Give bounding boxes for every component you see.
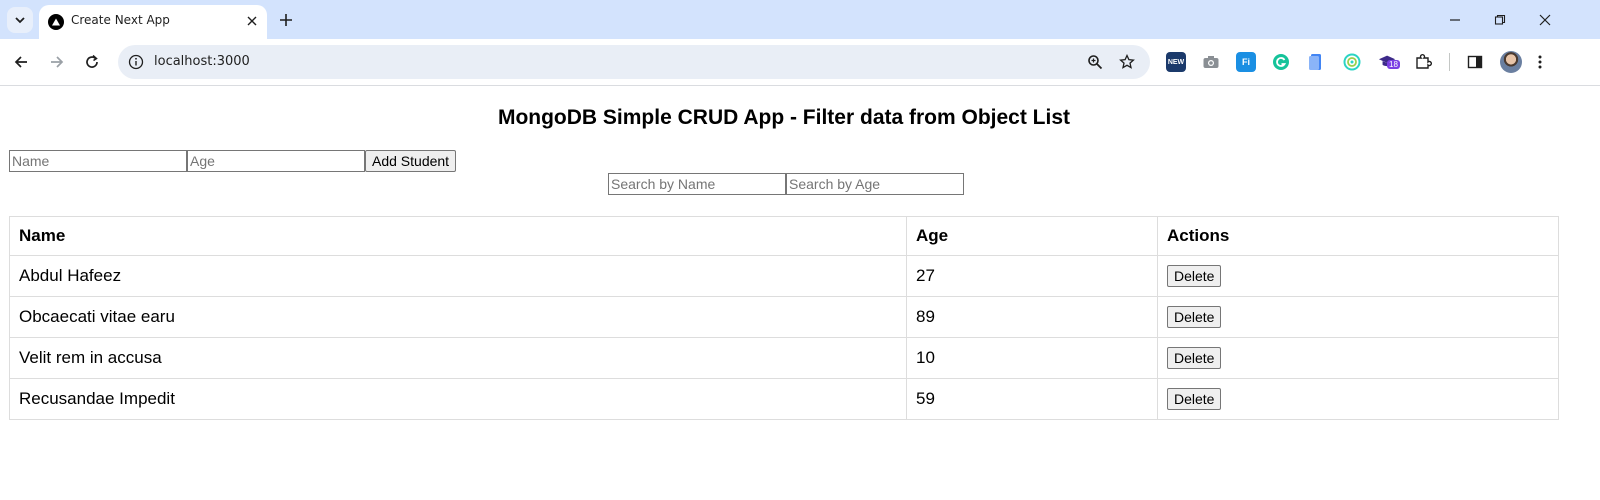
add-student-button[interactable]: Add Student — [365, 150, 457, 172]
url-text[interactable]: localhost:3000 — [154, 54, 250, 69]
actions-cell: Delete — [1157, 255, 1559, 297]
search-age-input[interactable] — [786, 173, 964, 195]
actions-cell: Delete — [1157, 296, 1559, 338]
info-icon[interactable] — [128, 54, 144, 70]
avatar[interactable] — [1500, 51, 1522, 73]
search-name-input[interactable] — [608, 173, 786, 195]
delete-button[interactable]: Delete — [1167, 388, 1222, 410]
age-input[interactable] — [187, 150, 365, 172]
table-row: Abdul Hafeez 27 Delete — [9, 255, 1559, 297]
page-title: MongoDB Simple CRUD App - Filter data fr… — [497, 106, 1071, 129]
delete-button[interactable]: Delete — [1167, 347, 1222, 369]
browser-toolbar: localhost:3000 NEW Fi 18 — [0, 39, 1600, 86]
table-row: Velit rem in accusa 10 Delete — [9, 337, 1559, 379]
actions-cell: Delete — [1157, 337, 1559, 379]
name-input[interactable] — [9, 150, 187, 172]
puzzle-icon[interactable] — [1413, 52, 1433, 72]
student-age-cell: 59 — [906, 378, 1158, 420]
student-age-cell: 10 — [906, 337, 1158, 379]
add-student-form: Add Student — [9, 150, 457, 172]
zoom-icon[interactable] — [1086, 53, 1104, 71]
column-header-name: Name — [9, 216, 907, 256]
close-icon[interactable] — [1531, 6, 1559, 34]
graduation-cap-icon[interactable]: 18 — [1378, 52, 1400, 72]
delete-button[interactable]: Delete — [1167, 306, 1222, 328]
camera-icon[interactable] — [1201, 52, 1221, 72]
student-name-cell: Recusandae Impedit — [9, 378, 907, 420]
restore-icon[interactable] — [1486, 6, 1514, 34]
student-name-cell: Obcaecati vitae earu — [9, 296, 907, 338]
minimize-icon[interactable] — [1441, 6, 1469, 34]
student-name-cell: Velit rem in accusa — [9, 337, 907, 379]
grammarly-icon[interactable] — [1271, 52, 1291, 72]
column-header-age: Age — [906, 216, 1158, 256]
arrow-left-icon[interactable] — [7, 48, 35, 76]
address-bar[interactable]: localhost:3000 — [118, 45, 1150, 79]
close-icon[interactable] — [243, 12, 261, 30]
student-name-cell: Abdul Hafeez — [9, 255, 907, 297]
arrow-right-icon[interactable] — [43, 48, 71, 76]
delete-button[interactable]: Delete — [1167, 265, 1222, 287]
actions-cell: Delete — [1157, 378, 1559, 420]
chevron-down-icon — [15, 17, 25, 24]
students-table: Name Age Actions Abdul Hafeez 27 Delete … — [9, 216, 1559, 420]
nextjs-triangle-icon — [48, 14, 64, 30]
tab-active[interactable]: Create Next App — [39, 5, 267, 39]
document-extension-icon[interactable] — [1306, 52, 1326, 72]
table-row: Obcaecati vitae earu 89 Delete — [9, 296, 1559, 338]
reload-icon[interactable] — [78, 48, 106, 76]
tab-title: Create Next App — [71, 13, 170, 27]
column-header-actions: Actions — [1157, 216, 1559, 256]
plus-icon[interactable] — [274, 8, 298, 32]
student-age-cell: 89 — [906, 296, 1158, 338]
extension-badge: 18 — [1387, 60, 1400, 69]
star-icon[interactable] — [1118, 53, 1136, 71]
side-panel-icon[interactable] — [1465, 52, 1485, 72]
toolbar-divider — [1449, 53, 1450, 71]
search-bar — [608, 173, 964, 195]
target-extension-icon[interactable] — [1342, 52, 1362, 72]
table-row: Recusandae Impedit 59 Delete — [9, 378, 1559, 420]
student-age-cell: 27 — [906, 255, 1158, 297]
tab-strip: Create Next App — [0, 0, 1600, 39]
new-extension-icon[interactable]: NEW — [1166, 52, 1186, 72]
tab-search-button[interactable] — [7, 7, 33, 33]
more-vert-icon[interactable] — [1530, 52, 1550, 72]
fi-extension-icon[interactable]: Fi — [1236, 52, 1256, 72]
table-header-row: Name Age Actions — [9, 216, 1559, 256]
